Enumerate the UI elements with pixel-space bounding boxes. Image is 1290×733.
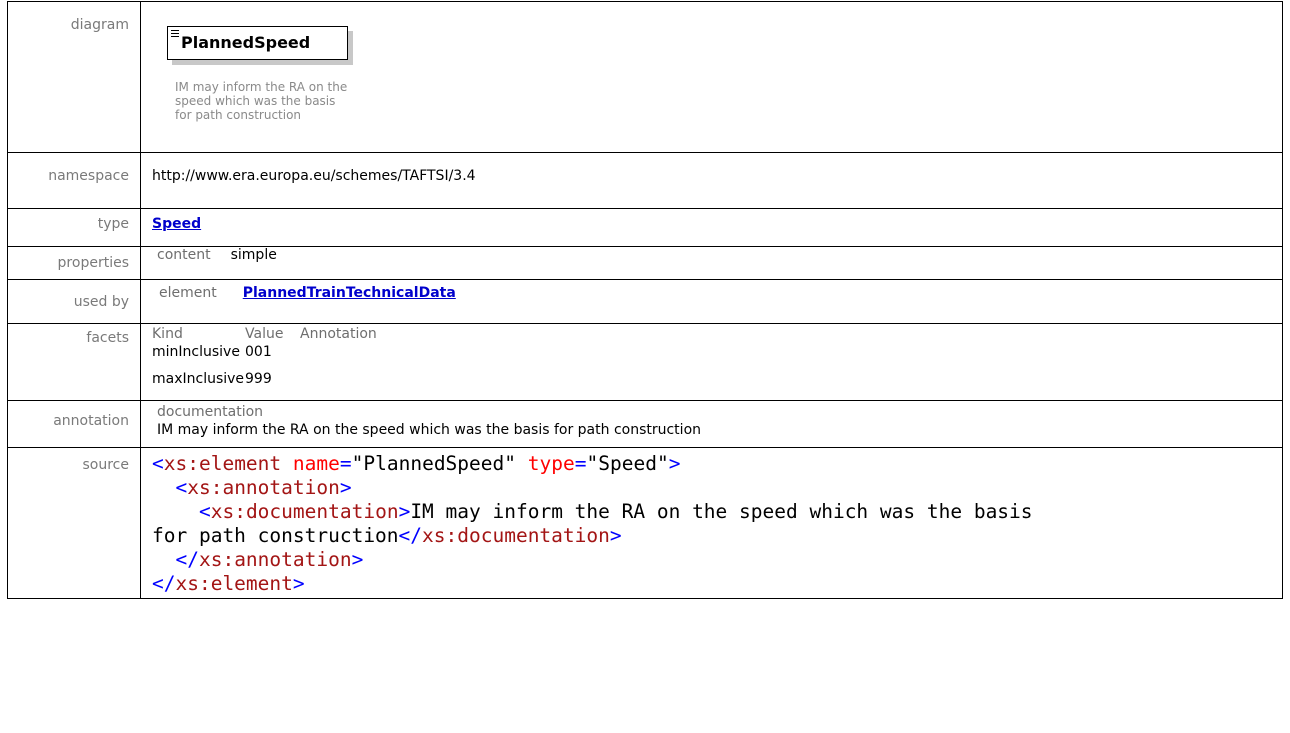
- xml-bracket: >: [292, 572, 305, 595]
- diagram-cell: [140, 1, 1283, 153]
- xml-quote: ": [351, 452, 364, 475]
- xml-text: for path construction: [152, 524, 399, 547]
- properties-cell: content simple: [140, 246, 1283, 280]
- xml-bracket: <: [152, 452, 164, 475]
- xml-quote: ": [504, 452, 517, 475]
- facet-annotation: [300, 342, 420, 360]
- xml-bracket: >: [339, 476, 352, 499]
- facet-annotation: [300, 360, 420, 387]
- xml-text: [152, 476, 175, 499]
- xml-tag-name: xs:annotation: [187, 476, 340, 499]
- facets-header-annotation: Annotation: [300, 326, 377, 342]
- properties-row: properties content simple: [7, 246, 1283, 280]
- xml-text: [152, 500, 199, 523]
- namespace-row: namespace http://www.era.europa.eu/schem…: [7, 152, 1283, 209]
- type-label: type: [7, 208, 141, 247]
- xml-bracket: <: [198, 500, 211, 523]
- xml-tag-name: xs:documentation: [210, 500, 399, 523]
- used-by-row: used by element PlannedTrainTechnicalData: [7, 279, 1283, 324]
- xml-bracket: >: [668, 452, 681, 475]
- facet-value: 999: [245, 371, 272, 387]
- facets-label: facets: [7, 323, 141, 401]
- facet-value: 001: [245, 344, 272, 360]
- element-diagram-box[interactable]: PlannedSpeed: [167, 26, 353, 65]
- namespace-label: namespace: [7, 152, 141, 209]
- source-line: for path construction</xs:documentation>: [152, 524, 622, 547]
- facets-header-kind: Kind: [152, 326, 183, 342]
- xml-tag-name: xs:element: [175, 572, 293, 595]
- source-line: <xs:documentation>IM may inform the RA o…: [152, 500, 1033, 523]
- xml-bracket: <: [175, 476, 188, 499]
- source-code: <xs:element name="PlannedSpeed" type="Sp…: [152, 448, 1282, 596]
- xml-bracket: </: [398, 524, 423, 547]
- type-cell: Speed: [140, 208, 1283, 247]
- xml-text: IM may inform the RA on the speed which …: [410, 500, 1033, 523]
- type-link[interactable]: Speed: [152, 216, 201, 232]
- xml-quote: ": [656, 452, 669, 475]
- facets-table: Kind Value Annotation minInclusive 001 m…: [152, 324, 1282, 387]
- source-line: <xs:element name="PlannedSpeed" type="Sp…: [152, 452, 680, 475]
- used-by-label: used by: [7, 279, 141, 324]
- xml-space: [516, 452, 528, 475]
- source-line: </xs:element>: [152, 572, 305, 595]
- xml-quote: ": [586, 452, 599, 475]
- facet-kind: maxInclusive: [152, 371, 245, 387]
- source-line: </xs:annotation>: [152, 548, 363, 571]
- facets-row: facets Kind Value Annotation minInclusiv…: [7, 323, 1283, 401]
- xml-bracket: </: [175, 548, 199, 571]
- xml-attr-value: PlannedSpeed: [363, 452, 505, 475]
- source-label: source: [7, 447, 141, 599]
- diagram-element-name: PlannedSpeed: [181, 33, 311, 52]
- xml-space: [281, 452, 293, 475]
- diagram-box-frame: PlannedSpeed: [167, 26, 348, 60]
- properties-key: content: [157, 247, 211, 263]
- element-lines-icon: [171, 30, 179, 39]
- diagram-note: IM may inform the RA on the speed which …: [175, 80, 348, 122]
- source-row: source <xs:element name="PlannedSpeed" t…: [7, 447, 1283, 599]
- used-by-link[interactable]: PlannedTrainTechnicalData: [243, 285, 456, 301]
- xml-bracket: >: [351, 548, 364, 571]
- source-line: <xs:annotation>: [152, 476, 352, 499]
- annotation-cell: documentation IM may inform the RA on th…: [140, 400, 1283, 448]
- facet-kind: minInclusive: [152, 344, 240, 360]
- source-cell: <xs:element name="PlannedSpeed" type="Sp…: [140, 447, 1283, 599]
- annotation-text: IM may inform the RA on the speed which …: [157, 422, 702, 438]
- xml-bracket: >: [609, 524, 622, 547]
- properties-label: properties: [7, 246, 141, 280]
- xml-equals: =: [339, 452, 352, 475]
- xml-tag-name: xs:element: [163, 452, 282, 475]
- facets-cell: Kind Value Annotation minInclusive 001 m…: [140, 323, 1283, 401]
- xml-attr-name: type: [527, 452, 575, 475]
- xml-tag-name: xs:documentation: [422, 524, 610, 547]
- facets-header-value: Value: [245, 326, 284, 342]
- namespace-value: http://www.era.europa.eu/schemes/TAFTSI/…: [140, 152, 1283, 209]
- used-by-cell: element PlannedTrainTechnicalData: [140, 279, 1283, 324]
- diagram-row: diagram: [7, 1, 1283, 153]
- properties-value: simple: [230, 247, 277, 263]
- annotation-row: annotation documentation IM may inform t…: [7, 400, 1283, 448]
- used-by-key: element: [159, 285, 217, 301]
- xml-bracket: >: [398, 500, 411, 523]
- annotation-key: documentation: [157, 404, 264, 420]
- xml-equals: =: [574, 452, 587, 475]
- annotation-label: annotation: [7, 400, 141, 448]
- xml-bracket: </: [152, 572, 176, 595]
- xml-attr-value: Speed: [598, 452, 657, 475]
- diagram-label: diagram: [7, 1, 141, 153]
- xml-tag-name: xs:annotation: [198, 548, 352, 571]
- type-row: type Speed: [7, 208, 1283, 247]
- xml-text: [152, 548, 175, 571]
- xml-attr-name: name: [292, 452, 340, 475]
